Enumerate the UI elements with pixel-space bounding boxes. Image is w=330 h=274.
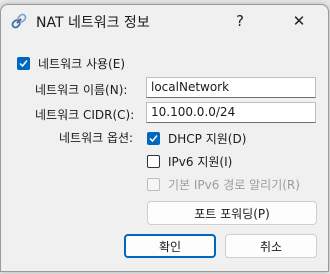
check-icon [19,60,28,68]
cancel-button[interactable]: 취소 [225,234,317,258]
network-link-icon [10,12,28,30]
help-button[interactable]: ? [225,9,255,33]
ipv6-label: IPv6 지원(I) [168,155,233,169]
network-options-label: 네트워크 옵션: [59,131,134,145]
network-cidr-label: 네트워크 CIDR(C): [35,108,135,122]
enable-network-label: 네트워크 사용(E) [38,57,126,71]
network-name-input[interactable]: localNetwork [146,77,316,98]
enable-network-row[interactable]: 네트워크 사용(E) [17,55,125,72]
title-bar: NAT 네트워크 정보 ? ✕ [1,5,328,36]
nat-network-dialog: NAT 네트워크 정보 ? ✕ 네트워크 사용(E) 네트워크 이름(N): l… [0,4,329,272]
check-icon [149,135,158,143]
ipv6-default-route-label: 기본 IPv6 경로 알리기(R) [168,178,300,192]
dhcp-row[interactable]: DHCP 지원(D) [147,130,246,147]
ipv6-checkbox[interactable] [147,155,160,168]
ipv6-default-route-row: 기본 IPv6 경로 알리기(R) [147,176,300,193]
dhcp-checkbox[interactable] [147,132,160,145]
close-button[interactable]: ✕ [284,9,314,33]
close-icon: ✕ [292,12,306,30]
ipv6-default-route-checkbox [147,178,160,191]
ok-button[interactable]: 확인 [124,234,216,258]
dialog-title: NAT 네트워크 정보 [36,15,150,31]
network-name-label: 네트워크 이름(N): [35,83,128,97]
port-forwarding-button[interactable]: 포트 포워딩(P) [147,201,317,225]
network-cidr-input[interactable]: 10.100.0.0/24 [146,102,316,123]
ipv6-row[interactable]: IPv6 지원(I) [147,153,232,170]
enable-network-checkbox[interactable] [17,57,30,70]
dhcp-label: DHCP 지원(D) [168,132,247,146]
